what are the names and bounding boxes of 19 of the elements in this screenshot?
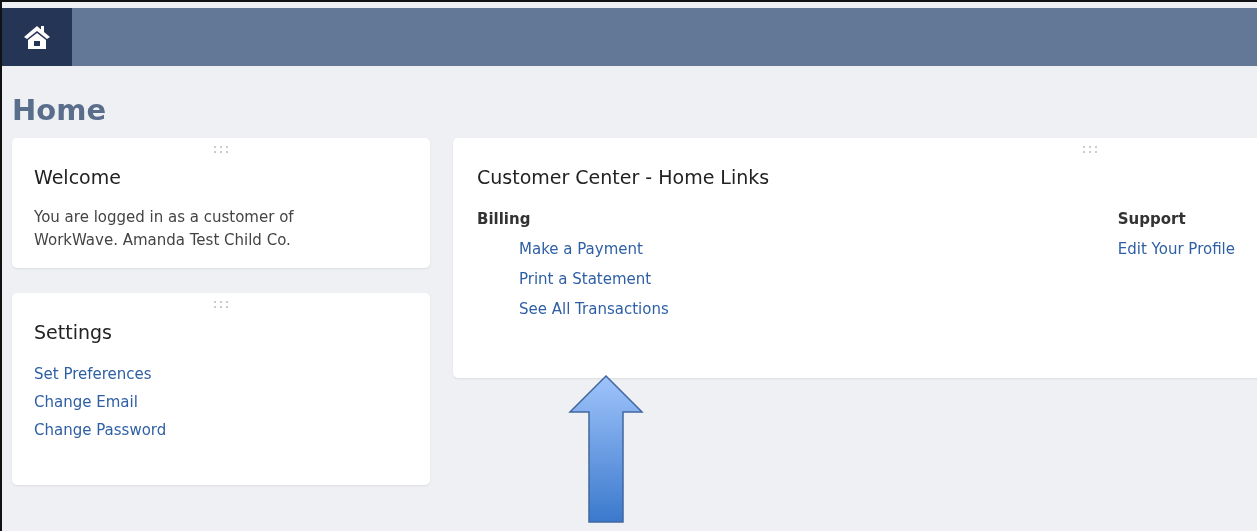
drag-handle-icon[interactable] — [1083, 146, 1097, 154]
drag-handle-icon[interactable] — [214, 301, 228, 309]
welcome-text: You are logged in as a customer of WorkWave. Amanda Test Child Co. — [34, 207, 295, 251]
home-link[interactable]: Print a Statement — [519, 270, 652, 288]
section-heading: Billing — [477, 210, 531, 228]
settings-link[interactable]: Change Email — [34, 393, 138, 411]
drag-handle-icon[interactable] — [214, 146, 228, 154]
settings-link[interactable]: Change Password — [34, 421, 167, 439]
home-link[interactable]: See All Transactions — [519, 300, 669, 318]
home-icon — [22, 23, 52, 51]
card-title: Welcome — [34, 166, 122, 188]
section-heading: Support — [1117, 210, 1186, 228]
settings-link[interactable]: Set Preferences — [34, 365, 152, 383]
card-title: Customer Center - Home Links — [477, 166, 771, 188]
home-link[interactable]: Edit Your Profile — [1117, 240, 1235, 258]
page-title: Home — [12, 92, 108, 128]
card-title: Settings — [34, 321, 113, 343]
home-button[interactable] — [2, 8, 72, 66]
home-link[interactable]: Make a Payment — [519, 240, 643, 258]
